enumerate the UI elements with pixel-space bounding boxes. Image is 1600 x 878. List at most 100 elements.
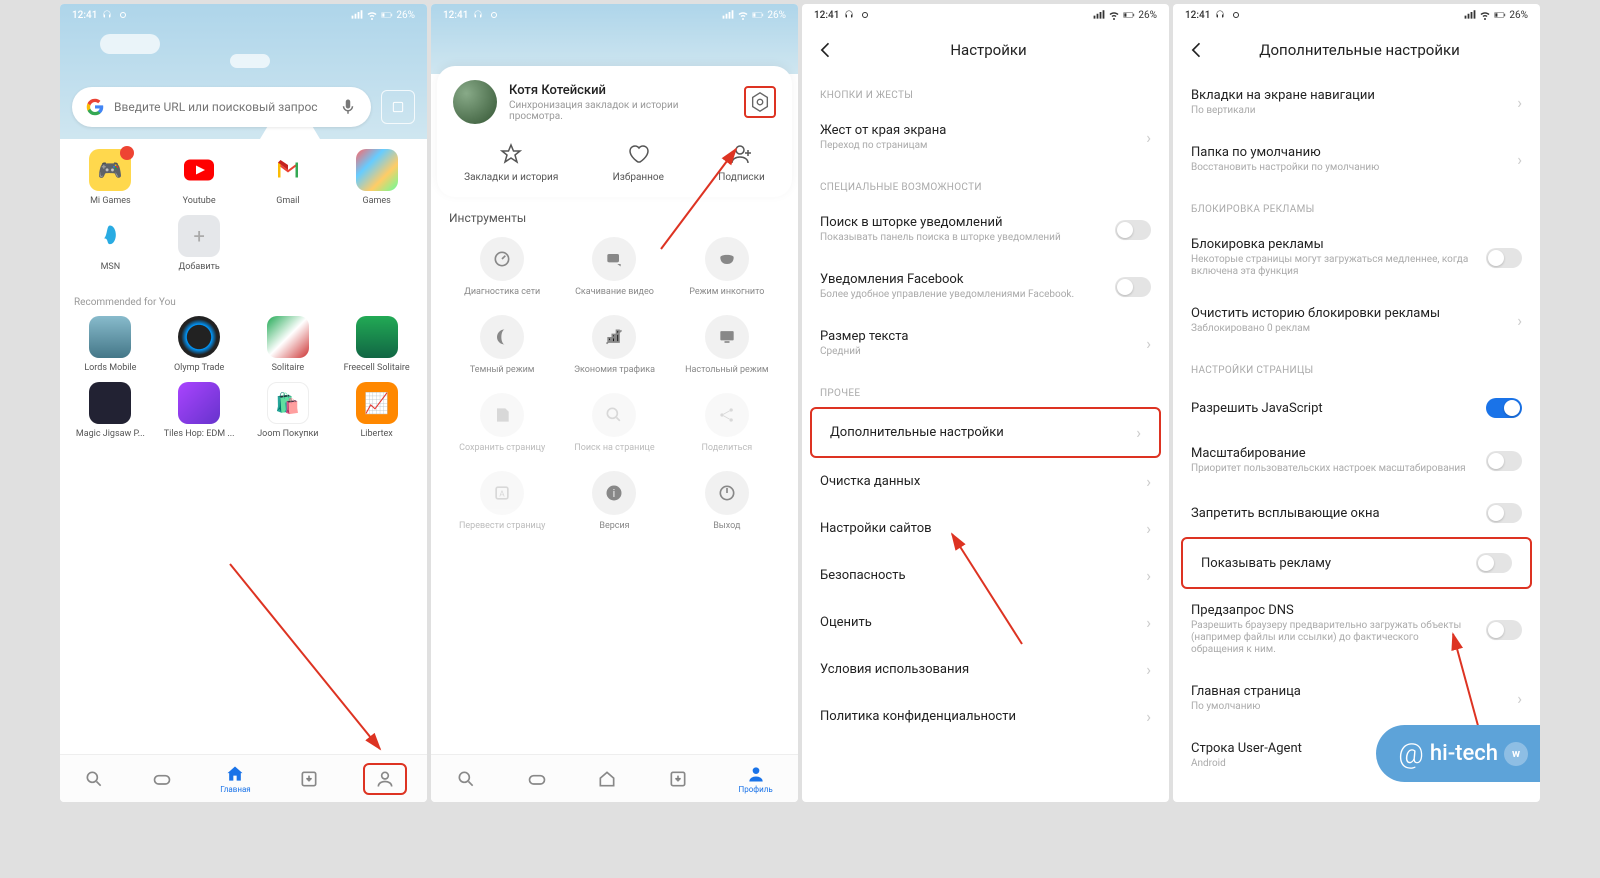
app-rec[interactable]: Magic Jigsaw P... [68, 382, 153, 440]
tool-desktop-mode[interactable]: Настольный режим [674, 315, 780, 375]
app-msn[interactable]: MSN [68, 215, 153, 273]
status-time: 12:41 [1185, 10, 1210, 21]
row-clear-adblock-history[interactable]: Очистить историю блокировки рекламыЗабло… [1173, 292, 1540, 349]
app-rec[interactable]: Olymp Trade [157, 316, 242, 374]
tool-version[interactable]: iВерсия [561, 471, 667, 531]
row-adblock[interactable]: Блокировка рекламыНекоторые страницы мог… [1173, 223, 1540, 292]
row-rate[interactable]: Оценить› [802, 599, 1169, 646]
app-rec[interactable]: Tiles Hop: EDM ... [157, 382, 242, 440]
row-privacy[interactable]: Политика конфиденциальности› [802, 693, 1169, 740]
power-icon [717, 483, 737, 503]
action-bookmarks-history[interactable]: Закладки и история [464, 142, 558, 183]
nav-games[interactable] [527, 769, 547, 789]
nav-search[interactable] [84, 769, 104, 789]
tool-download-video[interactable]: Скачивание видео [561, 237, 667, 297]
tool-dark-mode[interactable]: Темный режим [449, 315, 555, 375]
avatar[interactable] [453, 80, 497, 124]
chevron-right-icon: › [1146, 519, 1151, 538]
nav-downloads[interactable] [668, 769, 688, 789]
settings-button[interactable] [744, 86, 776, 118]
row-homepage[interactable]: Главная страницаПо умолчанию› [1173, 670, 1540, 727]
toggle[interactable] [1115, 277, 1151, 297]
bottom-nav: Главная [60, 754, 427, 802]
tool-exit[interactable]: Выход [674, 471, 780, 531]
toggle[interactable] [1486, 398, 1522, 418]
headphones-icon [843, 9, 855, 21]
heart-icon [626, 142, 650, 166]
info-icon: i [604, 483, 624, 503]
signal-icon [722, 9, 734, 21]
google-icon [86, 98, 104, 116]
tool-incognito[interactable]: Режим инкогнито [674, 237, 780, 297]
search-bar[interactable] [72, 87, 371, 127]
tabs-button[interactable] [381, 90, 415, 124]
row-show-ads[interactable]: Показывать рекламу [1181, 537, 1532, 589]
action-favorites[interactable]: Избранное [613, 142, 664, 183]
toggle[interactable] [1486, 503, 1522, 523]
chevron-right-icon: › [1146, 472, 1151, 491]
status-bar: 12:41 26% [802, 4, 1169, 26]
star-icon [499, 142, 523, 166]
app-rec[interactable]: 🛍️Joom Покупки [246, 382, 331, 440]
nav-games[interactable] [152, 769, 172, 789]
annotation-arrow [220, 554, 400, 764]
row-popups[interactable]: Запретить всплывающие окна [1173, 489, 1540, 537]
app-rec[interactable]: Lords Mobile [68, 316, 153, 374]
back-icon[interactable] [1187, 40, 1207, 60]
row-additional-settings[interactable]: Дополнительные настройки› [810, 407, 1161, 458]
tool-data-saver[interactable]: Экономия трафика [561, 315, 667, 375]
toggle[interactable] [1486, 451, 1522, 471]
row-site-settings[interactable]: Настройки сайтов› [802, 505, 1169, 552]
tool-translate[interactable]: AПеревести страницу [449, 471, 555, 531]
toggle[interactable] [1476, 553, 1512, 573]
app-rec[interactable]: Freecell Solitaire [334, 316, 419, 374]
row-notification-search[interactable]: Поиск в шторке уведомленийПоказывать пан… [802, 201, 1169, 258]
tool-find-on-page[interactable]: Поиск на странице [561, 393, 667, 453]
tool-diagnostics[interactable]: Диагностика сети [449, 237, 555, 297]
tool-save-page[interactable]: Сохранить страницу [449, 393, 555, 453]
row-text-size[interactable]: Размер текстаСредний› [802, 315, 1169, 372]
nav-home[interactable]: Главная [220, 764, 250, 794]
nav-downloads[interactable] [299, 769, 319, 789]
battery-pct: 26% [1138, 10, 1157, 21]
app-rec[interactable]: 📈Libertex [334, 382, 419, 440]
search-input[interactable] [114, 100, 329, 114]
app-rec[interactable]: Solitaire [246, 316, 331, 374]
page-title: Настройки [850, 41, 1127, 59]
toggle[interactable] [1486, 248, 1522, 268]
row-nav-tabs[interactable]: Вкладки на экране навигацииПо вертикали› [1173, 74, 1540, 131]
battery-pct: 26% [767, 10, 786, 21]
toggle[interactable] [1115, 220, 1151, 240]
row-edge-gesture[interactable]: Жест от края экранаПереход по страницам› [802, 109, 1169, 166]
toggle[interactable] [1486, 620, 1522, 640]
row-facebook-notifications[interactable]: Уведомления FacebookБолее удобное управл… [802, 258, 1169, 315]
row-clear-data[interactable]: Очистка данных› [802, 458, 1169, 505]
nav-search[interactable] [456, 769, 476, 789]
row-zoom[interactable]: МасштабированиеПриоритет пользовательски… [1173, 432, 1540, 489]
profile-name: Котя Котейский [509, 83, 732, 98]
app-youtube[interactable]: Youtube [157, 149, 242, 207]
row-dns-prefetch[interactable]: Предзапрос DNSРазрешить браузеру предвар… [1173, 589, 1540, 670]
app-games[interactable]: Games [334, 149, 419, 207]
app-gmail[interactable]: Gmail [246, 149, 331, 207]
row-javascript[interactable]: Разрешить JavaScript [1173, 384, 1540, 432]
back-icon[interactable] [816, 40, 836, 60]
row-security[interactable]: Безопасность› [802, 552, 1169, 599]
nav-profile[interactable]: Профиль [739, 764, 773, 794]
action-subscriptions[interactable]: Подписки [718, 142, 764, 183]
chevron-right-icon: › [1146, 566, 1151, 585]
header: Настройки [802, 26, 1169, 74]
row-default-folder[interactable]: Папка по умолчаниюВосстановить настройки… [1173, 131, 1540, 188]
svg-text:A: A [499, 489, 505, 499]
nav-home[interactable] [597, 769, 617, 789]
nav-profile[interactable] [363, 763, 407, 795]
mic-icon[interactable] [339, 98, 357, 116]
video-download-icon [604, 249, 624, 269]
app-add[interactable]: +Добавить [157, 215, 242, 273]
row-terms[interactable]: Условия использования› [802, 646, 1169, 693]
circle-icon [859, 9, 871, 21]
share-icon [717, 405, 737, 425]
status-bar: 12:41 26% [1173, 4, 1540, 26]
tool-share[interactable]: Поделиться [674, 393, 780, 453]
app-mi-games[interactable]: 🎮Mi Games [68, 149, 153, 207]
